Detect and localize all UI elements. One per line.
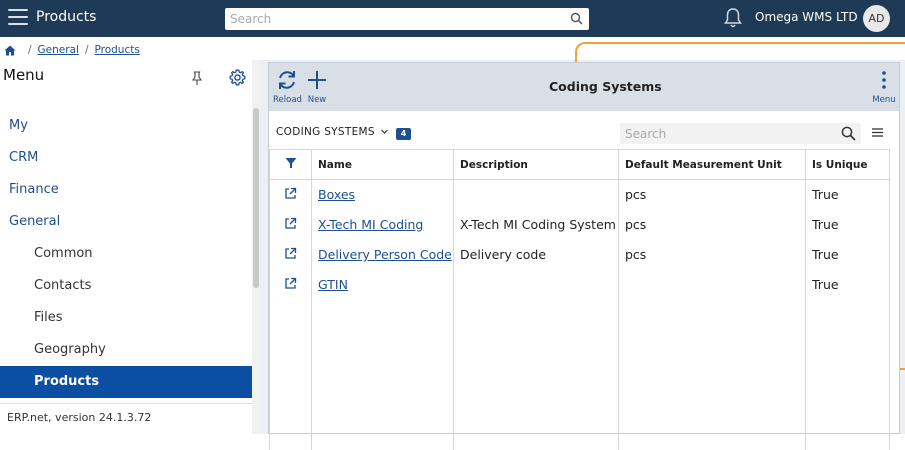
coding-systems-panel: Reload New Coding Systems Menu CODING SY… — [268, 62, 900, 450]
external-link-icon[interactable] — [284, 277, 297, 290]
grid-name-label: CODING SYSTEMS — [276, 126, 375, 138]
open-record-cell — [269, 209, 312, 240]
empty-cell — [311, 299, 454, 450]
panel-toolbar: Reload New Coding Systems Menu — [269, 63, 899, 111]
grid-search-input[interactable] — [620, 123, 830, 145]
table-row: Delivery Person Code Delivery code pcs T… — [269, 239, 890, 270]
sidebar-item-contacts[interactable]: Contacts — [0, 270, 252, 302]
sidebar-scrollbar-thumb[interactable] — [253, 108, 259, 288]
empty-cell — [805, 299, 890, 450]
plus-icon — [308, 71, 326, 89]
pin-icon[interactable] — [191, 71, 203, 86]
breadcrumb-separator: / — [28, 44, 32, 56]
column-header-description[interactable]: Description — [453, 149, 619, 180]
home-icon[interactable] — [4, 45, 16, 56]
notifications-bell-icon[interactable] — [723, 7, 743, 29]
grid-name-dropdown[interactable]: CODING SYSTEMS — [276, 126, 389, 138]
empty-cell — [269, 299, 312, 450]
global-search — [225, 8, 589, 30]
unit-cell: pcs — [618, 239, 806, 270]
reload-button[interactable]: Reload — [273, 69, 302, 105]
filter-column-header[interactable] — [269, 149, 312, 180]
is-unique-cell: True — [805, 209, 890, 240]
unit-cell: pcs — [618, 179, 806, 210]
description-cell: X-Tech MI Coding System — [453, 209, 619, 240]
record-link[interactable]: GTIN — [318, 277, 348, 292]
top-bar: Products Omega WMS LTD AD — [0, 0, 905, 37]
external-link-icon[interactable] — [284, 187, 297, 200]
sidebar-item-products[interactable]: Products — [0, 366, 252, 398]
sidebar-title: Menu — [3, 66, 45, 84]
table-row: GTIN True — [269, 269, 890, 300]
table-row: X-Tech MI Coding X-Tech MI Coding System… — [269, 209, 890, 240]
sidebar-item-my[interactable]: My — [0, 110, 252, 142]
name-cell: X-Tech MI Coding — [311, 209, 454, 240]
user-avatar[interactable]: AD — [863, 5, 890, 32]
panel-menu-button[interactable]: Menu — [871, 69, 897, 105]
search-icon[interactable] — [841, 126, 856, 141]
open-record-cell — [269, 239, 312, 270]
panel-menu-label: Menu — [872, 95, 896, 105]
global-search-input[interactable] — [225, 8, 555, 30]
column-header-name[interactable]: Name — [311, 149, 454, 180]
description-cell — [453, 179, 619, 210]
reload-label: Reload — [273, 95, 302, 105]
empty-cell — [453, 299, 619, 450]
breadcrumb-separator: / — [84, 44, 89, 56]
column-header-default-measurement-unit[interactable]: Default Measurement Unit — [618, 149, 806, 180]
unit-cell: pcs — [618, 209, 806, 240]
hamburger-menu-icon[interactable] — [8, 9, 28, 27]
sidebar-item-common[interactable]: Common — [0, 238, 252, 270]
sidebar-item-crm[interactable]: CRM — [0, 142, 252, 174]
coding-systems-table: Name Description Default Measurement Uni… — [269, 149, 890, 450]
list-options-icon[interactable] — [871, 127, 884, 138]
record-link[interactable]: Boxes — [318, 187, 355, 202]
sidebar: Menu My CRM Finance General Common Conta… — [0, 60, 252, 434]
chevron-down-icon — [381, 129, 389, 134]
sidebar-item-files[interactable]: Files — [0, 302, 252, 334]
table-row: Boxes pcs True — [269, 179, 890, 210]
panel-title: Coding Systems — [549, 79, 662, 94]
breadcrumb: / General / Products — [0, 40, 140, 60]
record-count-badge: 4 — [396, 128, 411, 140]
open-record-cell — [269, 179, 312, 210]
company-name[interactable]: Omega WMS LTD — [755, 10, 858, 24]
is-unique-cell: True — [805, 179, 890, 210]
unit-cell — [618, 269, 806, 300]
is-unique-cell: True — [805, 269, 890, 300]
filter-icon[interactable] — [285, 157, 297, 169]
sidebar-item-finance[interactable]: Finance — [0, 174, 252, 206]
is-unique-cell: True — [805, 239, 890, 270]
search-icon[interactable] — [570, 12, 583, 25]
open-record-cell — [269, 269, 312, 300]
description-cell: Delivery code — [453, 239, 619, 270]
description-cell — [453, 269, 619, 300]
reload-icon — [279, 71, 295, 89]
record-link[interactable]: Delivery Person Code — [318, 247, 452, 262]
column-header-is-unique[interactable]: Is Unique — [805, 149, 890, 180]
version-info: ERP.net, version 24.1.3.72 — [0, 403, 252, 434]
breadcrumb-general[interactable]: General — [38, 44, 79, 56]
empty-cell — [618, 299, 806, 450]
sidebar-scrollbar[interactable] — [252, 60, 260, 434]
sidebar-menu: My CRM Finance General Common Contacts F… — [0, 110, 252, 398]
external-link-icon[interactable] — [284, 247, 297, 260]
new-label: New — [307, 95, 327, 105]
more-vertical-icon — [882, 71, 886, 89]
grid-search — [620, 123, 861, 145]
new-button[interactable]: New — [307, 69, 327, 105]
name-cell: Delivery Person Code — [311, 239, 454, 270]
name-cell: GTIN — [311, 269, 454, 300]
sidebar-item-geography[interactable]: Geography — [0, 334, 252, 366]
table-empty-area — [269, 299, 890, 450]
breadcrumb-products[interactable]: Products — [94, 44, 139, 56]
gear-icon[interactable] — [229, 69, 246, 86]
record-link[interactable]: X-Tech MI Coding — [318, 217, 423, 232]
sidebar-item-general[interactable]: General — [0, 206, 252, 238]
external-link-icon[interactable] — [284, 217, 297, 230]
grid-bar: CODING SYSTEMS 4 — [269, 119, 899, 147]
name-cell: Boxes — [311, 179, 454, 210]
app-title: Products — [36, 9, 97, 25]
table-header-row: Name Description Default Measurement Uni… — [269, 149, 890, 180]
